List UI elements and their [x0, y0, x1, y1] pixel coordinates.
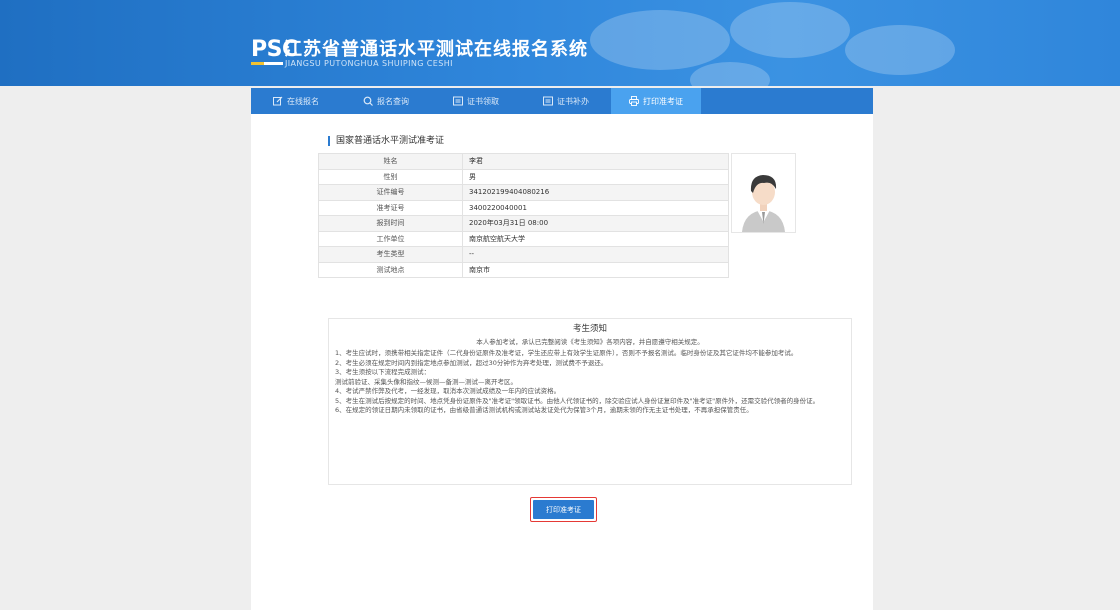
field-label: 工作单位	[318, 230, 463, 247]
notice-item: 2、考生必须在规定时间内到指定地点参加测试，超过30分钟作为弃考处理，测试费不予…	[335, 358, 608, 367]
field-value: --	[462, 246, 729, 263]
candidate-notice: 考生须知 本人参加考试，承认已完整阅读《考生须知》各项内容，并自愿遵守相关规定。…	[328, 318, 852, 485]
nav-item-online-registration[interactable]: 在线报名	[251, 88, 341, 114]
section-title: 国家普通话水平测试准考证	[328, 136, 444, 146]
edit-icon	[273, 96, 283, 106]
field-value: 南京航空航天大学	[462, 230, 729, 247]
nav-label: 证书补办	[557, 96, 589, 106]
certificate-icon	[453, 96, 463, 106]
nav-label: 打印准考证	[643, 96, 683, 106]
field-label: 姓名	[318, 153, 463, 170]
field-label: 考生类型	[318, 246, 463, 263]
site-subtitle: JIANGSU PUTONGHUA SHUIPING CESHI	[285, 59, 453, 68]
table-row: 证件编号 341202199404080216	[318, 184, 729, 201]
main-content: 国家普通话水平测试准考证 姓名 李君 性别男 证件编号 34120219940408…	[251, 114, 873, 610]
admission-ticket-table: 姓名 李君 性别男 证件编号 341202199404080216 准考证号 3400…	[318, 153, 729, 278]
nav-item-print-admission-ticket[interactable]: 打印准考证	[611, 88, 701, 114]
nav-item-certificate-collection[interactable]: 证书领取	[431, 88, 521, 114]
field-value: 3400220040001	[462, 199, 729, 216]
nav-item-certificate-reissue[interactable]: 证书补办	[521, 88, 611, 114]
notice-heading: 考生须知	[572, 324, 607, 334]
field-value: 李君	[462, 153, 729, 170]
table-row: 报到时间 2020年03月31日 08:00	[318, 215, 729, 232]
notice-item: 4、考试严禁作弊及代考，一经发现，取消本次测试成绩及一年内的应试资格。	[335, 387, 561, 395]
header-banner: PSC 江苏省普通话水平测试在线报名系统 JIANGSU PUTONGHUA S…	[0, 0, 1120, 86]
field-label: 性别	[318, 168, 463, 185]
notice-list: 1、考生应试时，须携带相关指定证件（二代身份证原件及准考证，学生还应带上有效学生…	[335, 349, 845, 416]
table-row: 测试地点 南京市	[318, 261, 729, 278]
main-nav: 在线报名 报名查询 证书领取 证书补办 打印准考证	[251, 88, 873, 114]
certificate-icon	[543, 96, 553, 106]
notice-item: 测试前验证、采集头像和指纹—候测—备测—测试—离开考区。	[335, 377, 517, 386]
field-label: 证件编号	[318, 184, 463, 201]
notice-subheading: 本人参加考试，承认已完整阅读《考生须知》各项内容，并自愿遵守相关规定。	[476, 338, 704, 346]
field-value: 男	[462, 168, 729, 185]
field-label: 准考证号	[318, 199, 463, 216]
site-title: 江苏省普通话水平测试在线报名系统	[284, 39, 588, 60]
nav-label: 在线报名	[287, 96, 319, 106]
field-label: 报到时间	[318, 215, 463, 232]
notice-item: 3、考生须按以下流程完成测试：	[335, 368, 431, 376]
table-row: 工作单位 南京航空航天大学	[318, 230, 729, 247]
field-value: 南京市	[462, 261, 729, 278]
notice-item: 6、在规定的领证日期内未领取的证书，由省级普通话测试机构或测试站发证处代为保管3…	[335, 406, 753, 414]
field-value: 341202199404080216	[462, 184, 729, 201]
table-row: 姓名 李君	[318, 153, 729, 170]
world-map-decoration	[590, 2, 955, 86]
notice-item: 1、考生应试时，须携带相关指定证件（二代身份证原件及准考证，学生还应带上有效学生…	[335, 349, 798, 357]
candidate-photo	[731, 153, 796, 233]
table-row: 考生类型 --	[318, 246, 729, 263]
nav-item-registration-query[interactable]: 报名查询	[341, 88, 431, 114]
logo-underline-accent	[251, 62, 264, 65]
field-value: 2020年03月31日 08:00	[462, 215, 729, 232]
table-row: 准考证号 3400220040001	[318, 199, 729, 216]
notice-item: 5、考生在测试后按规定的时间、地点凭身份证原件及"准考证"领取证书。由他人代领证…	[335, 396, 820, 405]
print-admission-ticket-button[interactable]: 打印准考证	[533, 500, 594, 519]
printer-icon	[629, 96, 639, 106]
nav-label: 报名查询	[377, 96, 409, 106]
print-button-highlight: 打印准考证	[530, 497, 597, 522]
field-label: 测试地点	[318, 261, 463, 278]
table-row: 性别男	[318, 168, 729, 185]
avatar-icon	[742, 175, 785, 232]
nav-label: 证书领取	[467, 96, 499, 106]
search-icon	[363, 96, 373, 106]
